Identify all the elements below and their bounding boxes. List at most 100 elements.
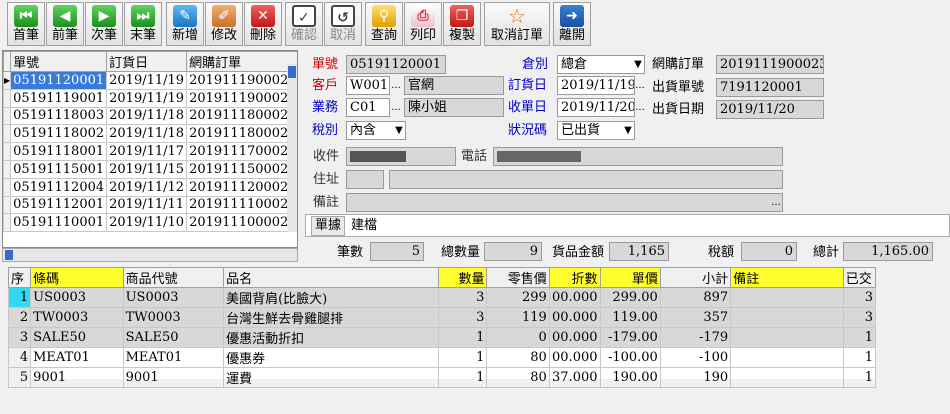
row-indicator[interactable]: [3, 124, 12, 144]
order-no-cell[interactable]: 05191119001: [10, 88, 108, 108]
note-expand-button[interactable]: ...: [770, 194, 782, 211]
web-order-cell[interactable]: 2019111800022: [186, 124, 297, 144]
col-order-date[interactable]: 訂貨日: [106, 51, 188, 72]
col-unit-price[interactable]: 單價: [599, 267, 661, 288]
discount-cell[interactable]: 00.000: [548, 287, 601, 308]
order-date-cell[interactable]: 2019/11/19: [106, 71, 188, 90]
warehouse-dropdown-icon[interactable]: ▼: [632, 56, 644, 73]
col-order-no[interactable]: 單號: [10, 51, 108, 72]
remark-cell[interactable]: [730, 327, 844, 348]
row-indicator[interactable]: [3, 213, 12, 233]
discount-cell[interactable]: 00.000: [548, 327, 601, 348]
first-button[interactable]: ⏮ 首筆: [7, 2, 45, 46]
edit-button[interactable]: ✐ 修改: [205, 2, 243, 46]
receipt-date-picker-button[interactable]: ...: [634, 99, 646, 116]
order-date-picker-button[interactable]: ...: [634, 77, 646, 94]
retail-price-cell[interactable]: 0: [486, 327, 550, 348]
order-list-vscroll[interactable]: [287, 64, 297, 232]
discount-cell[interactable]: 00.000: [548, 307, 601, 328]
col-subtotal[interactable]: 小計: [659, 267, 732, 288]
web-order-cell[interactable]: 2019111700022: [186, 142, 297, 161]
order-no-cell[interactable]: 05191118003: [10, 106, 108, 126]
delete-button[interactable]: ✕ 刪除: [244, 2, 282, 46]
customer-lookup-button[interactable]: ...: [390, 77, 402, 94]
col-discount[interactable]: 折數: [548, 267, 601, 288]
retail-price-cell[interactable]: 80: [486, 367, 550, 388]
col-product-name[interactable]: 品名: [223, 267, 440, 288]
product-code-cell[interactable]: 9001: [122, 367, 225, 388]
exit-button[interactable]: ➜ 離開: [553, 2, 591, 46]
order-date-cell[interactable]: 2019/11/17: [106, 142, 188, 161]
memo-value[interactable]: 建檔: [351, 217, 377, 235]
remark-cell[interactable]: [730, 347, 844, 368]
col-retail-price[interactable]: 零售價: [486, 267, 550, 288]
qty-cell[interactable]: 3: [438, 287, 488, 308]
order-date-cell[interactable]: 2019/11/10: [106, 213, 188, 233]
col-web-order[interactable]: 網購訂單: [186, 51, 297, 72]
delivered-cell[interactable]: 3: [842, 287, 877, 308]
col-barcode[interactable]: 條碼: [30, 267, 124, 288]
order-list-row[interactable]: 05191119001 2019/11/19 2019111900023: [3, 88, 297, 108]
current-row-indicator[interactable]: ▶: [3, 71, 12, 90]
subtotal-cell[interactable]: -100: [659, 347, 732, 368]
detail-row[interactable]: 1 US0003 US0003 美國背肩(比臉大) 3 299 00.000 299.00 89…: [7, 287, 877, 308]
product-code-cell[interactable]: US0003: [122, 287, 225, 308]
detail-grid[interactable]: 序條碼 商品代號 品名 數量 零售價 折數 單價 小計 備註 已交 1 US0003 US0003 美國…: [7, 267, 877, 388]
note-field[interactable]: [346, 193, 783, 212]
barcode-cell[interactable]: MEAT01: [30, 347, 124, 368]
qty-cell[interactable]: 3: [438, 307, 488, 328]
subtotal-cell[interactable]: -179: [659, 327, 732, 348]
product-name-cell[interactable]: 優惠券: [223, 347, 440, 368]
order-list-grid[interactable]: 單號 訂貨日 網購訂單 ▶ 05191120001 2019/11/19 201911…: [2, 50, 298, 248]
detail-row[interactable]: 2 TW0003 TW0003 台灣生鮮去骨雞腿排 3 119 00.000 119.00 35…: [7, 307, 877, 328]
order-date-cell[interactable]: 2019/11/11: [106, 195, 188, 215]
order-no-field[interactable]: 05191120001: [346, 55, 446, 74]
product-name-cell[interactable]: 美國背肩(比臉大): [223, 287, 440, 308]
product-name-cell[interactable]: 運費: [223, 367, 440, 388]
print-button[interactable]: ⎙ 列印: [404, 2, 442, 46]
col-qty[interactable]: 數量: [438, 267, 488, 288]
row-indicator[interactable]: [3, 177, 12, 197]
order-list-row[interactable]: 05191115001 2019/11/15 2019111500022: [3, 159, 297, 179]
phone-field[interactable]: [493, 147, 783, 166]
order-no-cell[interactable]: 05191118002: [10, 124, 108, 144]
order-list-row[interactable]: 05191118003 2019/11/18 2019111800022: [3, 106, 297, 126]
remark-cell[interactable]: [730, 367, 844, 388]
recipient-field[interactable]: [346, 147, 456, 166]
status-dropdown-icon[interactable]: ▼: [622, 122, 634, 139]
receipt-date-field[interactable]: 2019/11/20: [557, 98, 635, 117]
product-code-cell[interactable]: MEAT01: [122, 347, 225, 368]
order-date-field[interactable]: 2019/11/19: [557, 76, 635, 95]
col-delivered[interactable]: 已交: [842, 267, 877, 288]
order-date-cell[interactable]: 2019/11/12: [106, 177, 188, 197]
prev-button[interactable]: ◀ 前筆: [46, 2, 84, 46]
web-order-cell[interactable]: 2019111500022: [186, 159, 297, 179]
seq-cell[interactable]: 2: [7, 307, 32, 328]
customer-code-field[interactable]: W001: [346, 76, 390, 95]
seq-cell[interactable]: 4: [7, 347, 32, 368]
order-list-row[interactable]: ▶ 05191120001 2019/11/19 2019111900023: [3, 71, 297, 90]
hscroll-thumb[interactable]: [5, 250, 13, 260]
query-button[interactable]: ⚲ 查詢: [365, 2, 403, 46]
detail-row[interactable]: 4 MEAT01 MEAT01 優惠券 1 80 00.000 -100.00 -100 1: [7, 347, 877, 368]
order-list-row[interactable]: 05191110001 2019/11/10 2019111000021: [3, 213, 297, 233]
row-indicator[interactable]: [3, 142, 12, 161]
order-no-cell[interactable]: 05191112001: [10, 195, 108, 215]
add-button[interactable]: ✎ 新增: [166, 2, 204, 46]
remark-cell[interactable]: [730, 307, 844, 328]
sales-code-field[interactable]: C01: [346, 98, 390, 117]
cancel_order-button[interactable]: ☆ 取消訂單: [484, 2, 550, 46]
web-order-cell[interactable]: 2019111100021: [186, 195, 297, 215]
web-order-cell[interactable]: 2019111900023: [186, 71, 297, 90]
web-order-cell[interactable]: 2019111900023: [186, 88, 297, 108]
barcode-cell[interactable]: TW0003: [30, 307, 124, 328]
web-order-cell[interactable]: 2019111000021: [186, 213, 297, 233]
detail-row[interactable]: 5 9001 9001 運費 1 80 37.000 190.00 190 1: [7, 367, 877, 388]
row-indicator[interactable]: [3, 195, 12, 215]
unit-price-cell[interactable]: -100.00: [599, 347, 661, 368]
seq-cell[interactable]: 3: [7, 327, 32, 348]
order-list-row[interactable]: 05191112001 2019/11/11 2019111100021: [3, 195, 297, 215]
row-indicator[interactable]: [3, 159, 12, 179]
order-date-cell[interactable]: 2019/11/18: [106, 124, 188, 144]
web-order-cell[interactable]: 2019111200022: [186, 177, 297, 197]
